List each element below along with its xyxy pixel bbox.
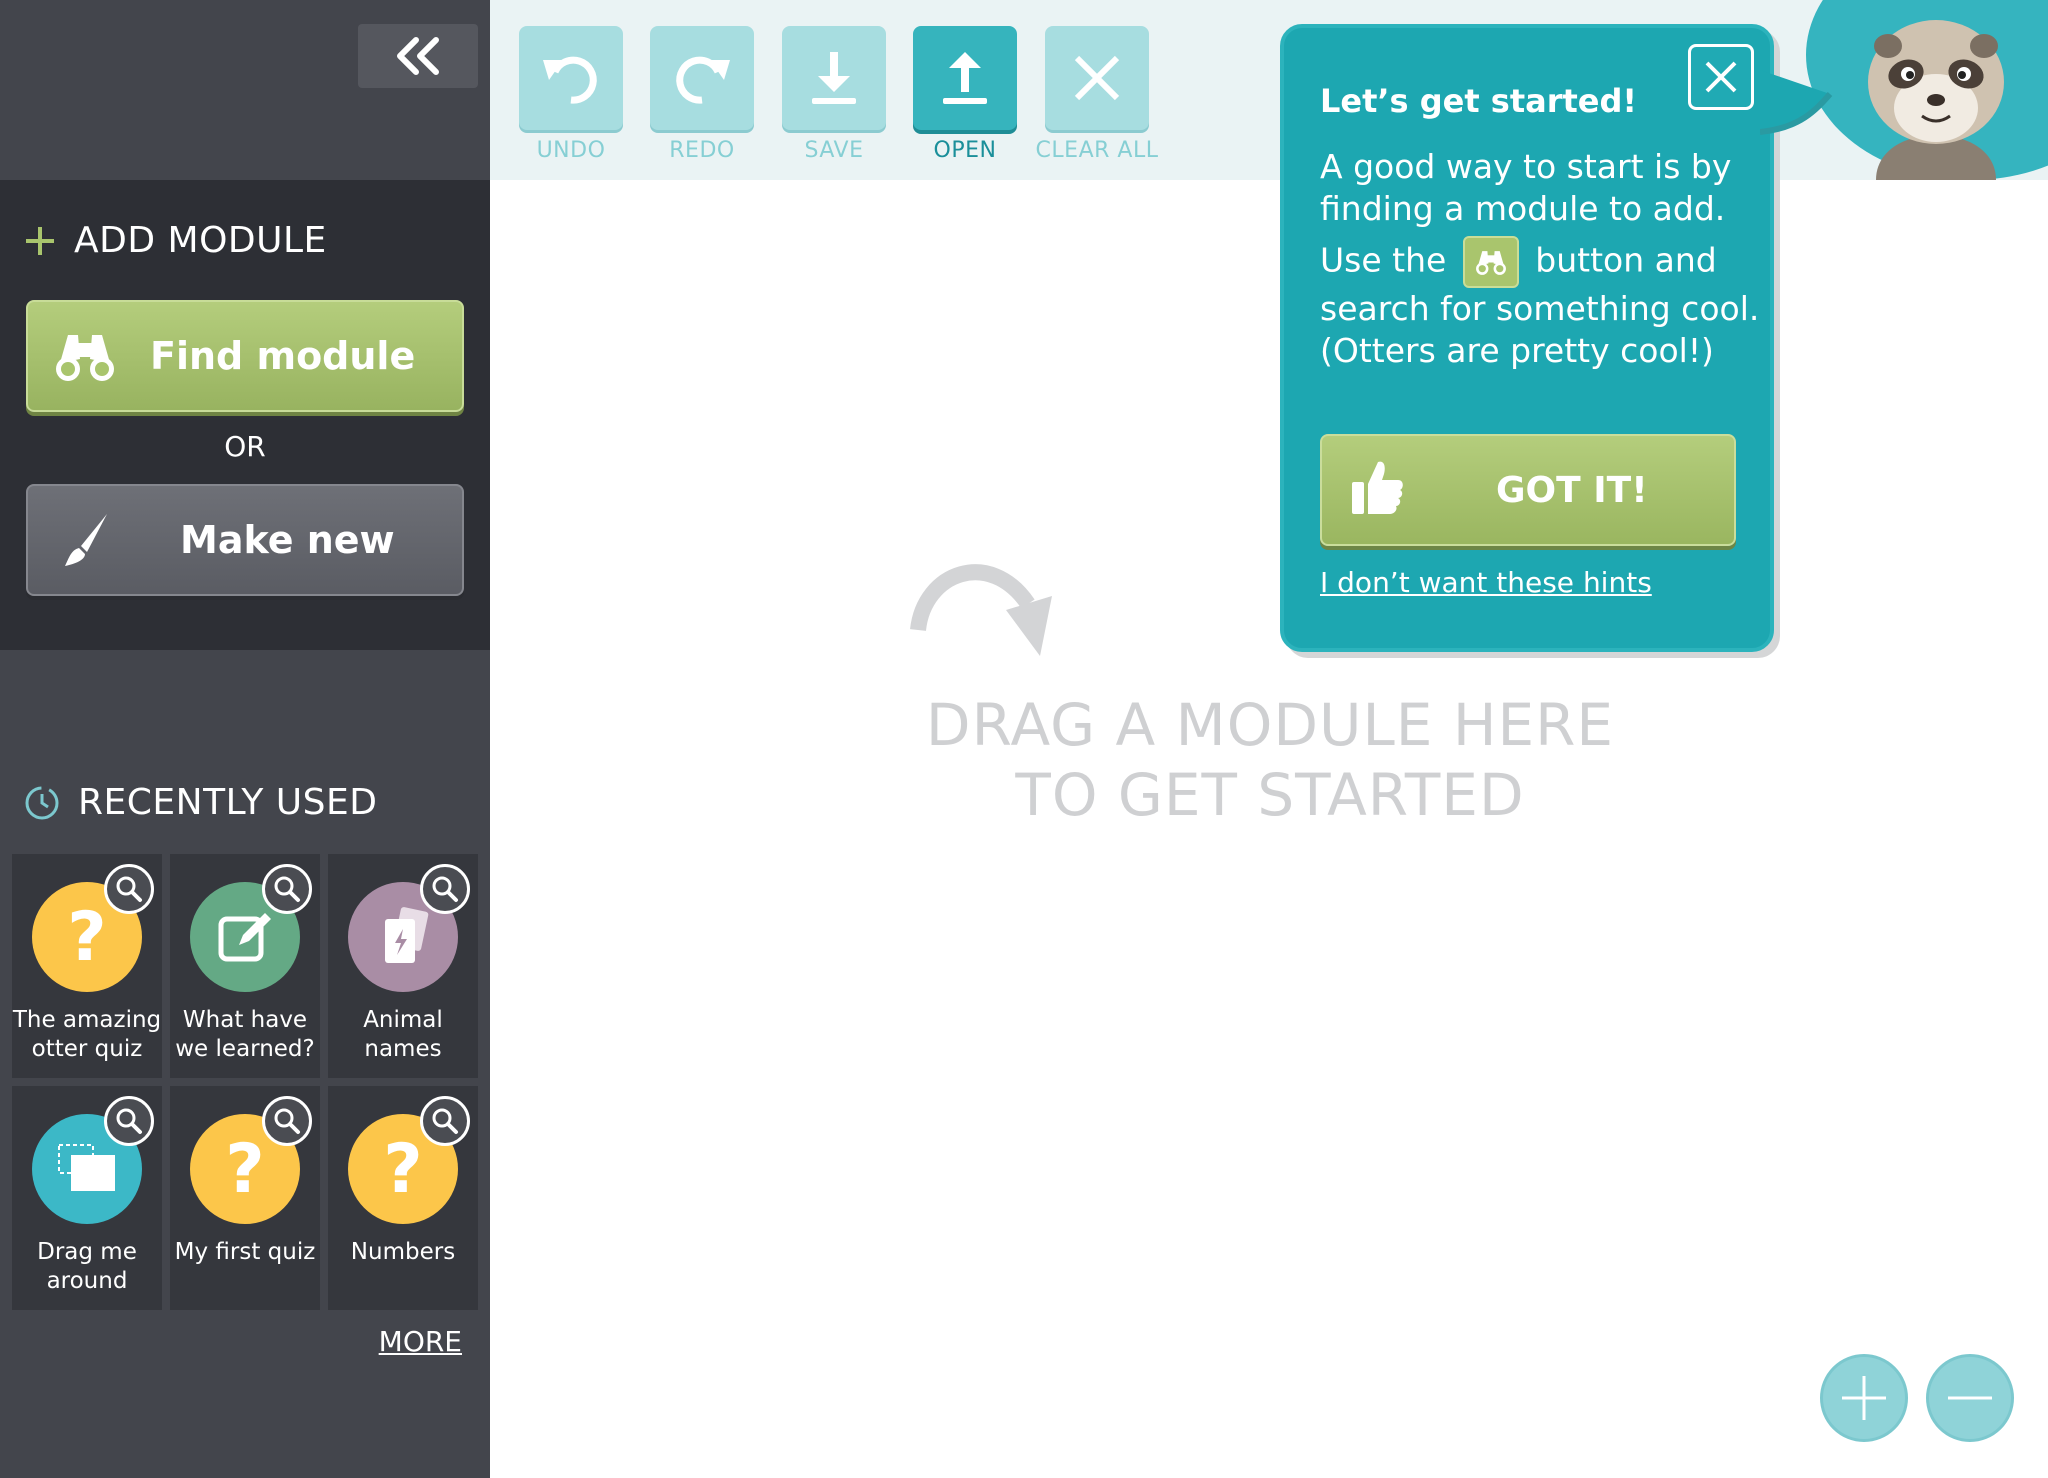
add-module-section: ADD MODULE Find module OR Make new [0, 180, 490, 650]
make-new-button[interactable]: Make new [26, 484, 464, 596]
recent-module-tile[interactable]: Animal names [328, 854, 478, 1078]
redo-button[interactable]: REDO [649, 26, 755, 163]
more-link[interactable]: MORE [379, 1325, 462, 1358]
hint-speech-tail [1760, 70, 1833, 135]
minus-icon [1948, 1396, 1992, 1400]
recent-module-label: My first quiz [174, 1239, 316, 1265]
or-separator: OR [224, 430, 266, 463]
hint-paragraph-2: Use the button and search for something … [1320, 236, 1760, 372]
close-icon [1705, 61, 1737, 93]
recent-module-tile[interactable]: ? Numbers [328, 1086, 478, 1310]
zoom-in-button[interactable] [1820, 1354, 1908, 1442]
preview-magnifier-icon[interactable] [420, 864, 470, 914]
clear-all-label: CLEAR ALL [1035, 138, 1159, 163]
zoom-out-button[interactable] [1926, 1354, 2014, 1442]
hint-close-button[interactable] [1688, 44, 1754, 110]
hint-paragraph-1: A good way to start is by finding a modu… [1320, 147, 1732, 228]
hint-paragraph-2-start: Use the [1320, 240, 1447, 280]
open-label: OPEN [933, 138, 997, 163]
disable-hints-link[interactable]: I don’t want these hints [1320, 566, 1652, 599]
collapse-sidebar-button[interactable] [358, 24, 478, 88]
open-button[interactable]: OPEN [912, 26, 1018, 163]
binoculars-icon [1462, 236, 1519, 288]
plus-icon [1842, 1376, 1886, 1420]
recent-module-tile[interactable]: ? The amazing otter quiz [12, 854, 162, 1078]
redo-icon [650, 26, 754, 130]
add-module-title: ADD MODULE [24, 220, 327, 261]
hint-title: Let’s get started! [1320, 82, 1637, 120]
recent-module-label: Drag me around [37, 1239, 137, 1294]
upload-icon [913, 26, 1017, 130]
preview-magnifier-icon[interactable] [420, 1096, 470, 1146]
svg-text:?: ? [225, 1134, 264, 1204]
double-chevron-left-icon [397, 37, 439, 75]
undo-label: UNDO [536, 138, 606, 163]
recent-module-tile[interactable]: ? My first quiz [170, 1086, 320, 1310]
preview-magnifier-icon[interactable] [104, 864, 154, 914]
sidebar: ADD MODULE Find module OR Make new RECEN… [0, 0, 490, 1478]
recent-module-tile[interactable]: Drag me around [12, 1086, 162, 1310]
paintbrush-icon [56, 512, 116, 568]
save-button[interactable]: SAVE [781, 26, 887, 163]
make-new-label: Make new [180, 518, 395, 562]
undo-icon [519, 26, 623, 130]
plus-icon [26, 226, 54, 255]
recent-module-label: The amazing otter quiz [12, 1007, 162, 1062]
clear-all-button[interactable]: CLEAR ALL [1036, 26, 1158, 163]
recently-used-title-text: RECENTLY USED [78, 782, 378, 823]
preview-magnifier-icon[interactable] [262, 864, 312, 914]
undo-button[interactable]: UNDO [518, 26, 624, 163]
svg-text:?: ? [67, 902, 106, 972]
binoculars-icon [50, 329, 120, 383]
recently-used-title: RECENTLY USED [24, 782, 377, 823]
redo-label: REDO [669, 138, 735, 163]
curved-arrow-icon [910, 552, 1060, 666]
recent-module-tile[interactable]: What have we learned? [170, 854, 320, 1078]
find-module-label: Find module [150, 334, 416, 378]
find-module-button[interactable]: Find module [26, 300, 464, 412]
recent-modules-grid: ? The amazing otter quiz What have we le… [12, 854, 478, 1310]
meerkat-mascot-icon [1826, 0, 2046, 184]
recent-module-label: Numbers [350, 1239, 456, 1265]
save-label: SAVE [804, 138, 864, 163]
got-it-button[interactable]: GOT IT! [1320, 434, 1736, 546]
download-icon [782, 26, 886, 130]
drop-zone-hint[interactable]: DRAG A MODULE HERE TO GET STARTED [900, 690, 1640, 830]
recent-module-label: What have we learned? [175, 1007, 315, 1062]
close-x-icon [1045, 26, 1149, 130]
thumbs-up-icon [1350, 456, 1410, 525]
got-it-label: GOT IT! [1496, 469, 1648, 511]
clock-icon [25, 786, 59, 819]
preview-magnifier-icon[interactable] [262, 1096, 312, 1146]
drop-zone-line1: DRAG A MODULE HERE [925, 691, 1615, 759]
drop-zone-line2: TO GET STARTED [1015, 761, 1525, 829]
preview-magnifier-icon[interactable] [104, 1096, 154, 1146]
recent-module-label: Animal names [363, 1007, 443, 1062]
svg-text:?: ? [383, 1134, 422, 1204]
add-module-title-text: ADD MODULE [74, 220, 327, 261]
